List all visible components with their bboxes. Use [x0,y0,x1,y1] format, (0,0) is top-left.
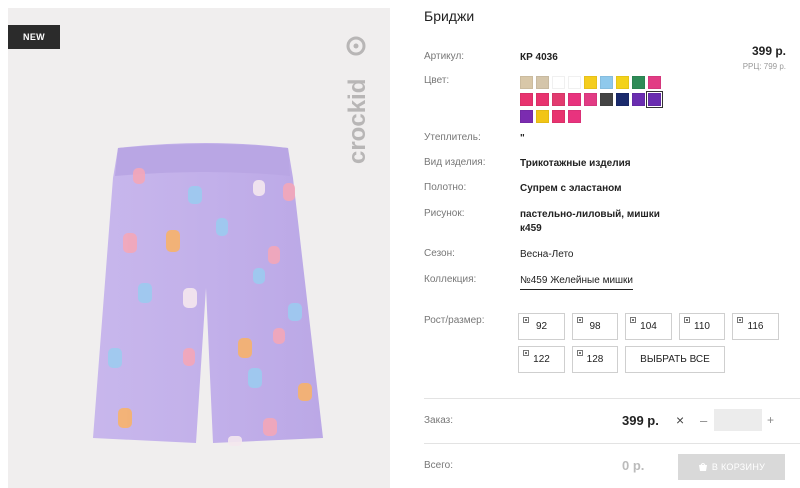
cart-button-label: В КОРЗИНУ [711,462,766,472]
brand-logo: crockid [344,36,371,164]
article-label: Артикул: [424,51,465,62]
add-to-cart-button[interactable]: В КОРЗИНУ [678,454,785,480]
size-label: Рост/размер: [424,315,485,326]
size-marker-icon [523,350,529,356]
size-marker-icon [577,350,583,356]
size-marker-icon [523,317,529,323]
size-option-98[interactable]: 98 [572,313,618,340]
increase-quantity-button[interactable]: + [767,413,774,427]
product-title: Бриджи [424,8,475,24]
season-label: Сезон: [424,248,455,259]
color-label: Цвет: [424,75,450,86]
size-marker-icon [684,317,690,323]
collection-label: Коллекция: [424,274,477,285]
season-value: Весна-Лето [520,249,574,260]
kind-label: Вид изделия: [424,157,486,168]
new-badge: NEW [8,25,60,49]
order-label: Заказ: [424,415,454,426]
color-swatch[interactable] [631,76,645,89]
color-swatch[interactable] [647,76,661,89]
order-price: 399 р. [622,413,659,428]
color-swatch[interactable] [519,93,533,106]
fabric-label: Полотно: [424,182,467,193]
size-option-92[interactable]: 92 [518,313,565,340]
total-label: Всего: [424,460,453,471]
decrease-quantity-button[interactable]: – [700,413,707,428]
color-swatch[interactable] [567,76,581,89]
divider [424,398,800,399]
total-value: 0 р. [622,458,645,473]
color-swatch[interactable] [599,93,613,106]
quantity-input[interactable] [714,409,762,431]
remove-icon[interactable]: × [676,412,684,428]
product-photo: NEW crockid [8,8,390,488]
kind-value: Трикотажные изделия [520,158,631,169]
color-swatch[interactable] [615,93,629,106]
size-option-128[interactable]: 128 [572,346,618,373]
color-swatch[interactable] [551,110,565,123]
color-swatch[interactable] [599,76,613,89]
cart-icon [698,463,707,471]
pants-image [93,143,323,446]
color-swatch[interactable] [631,93,645,106]
size-option-116[interactable]: 116 [732,313,779,340]
color-swatch[interactable] [615,76,629,89]
color-swatch[interactable] [583,76,597,89]
svg-text:crockid: crockid [344,79,371,164]
color-swatch[interactable] [567,93,581,106]
color-swatch[interactable] [519,110,533,123]
select-all-sizes-button[interactable]: ВЫБРАТЬ ВСЕ [625,346,725,373]
size-option-110[interactable]: 110 [679,313,725,340]
color-swatch[interactable] [519,76,533,89]
size-option-104[interactable]: 104 [625,313,672,340]
color-swatch[interactable] [535,110,549,123]
article-value: КР 4036 [520,52,558,63]
insulation-label: Утеплитель: [424,132,481,143]
color-swatch[interactable] [551,93,565,106]
size-option-122[interactable]: 122 [518,346,565,373]
price: 399 р. [751,44,786,58]
divider [424,443,800,444]
color-swatch[interactable] [583,93,597,106]
size-marker-icon [737,317,743,323]
fabric-value: Супрем с эластаном [520,183,622,194]
color-swatch[interactable] [535,93,549,106]
color-swatch[interactable] [567,110,581,123]
rrp-price: РРЦ: 799 р. [742,62,786,71]
size-marker-icon [630,317,636,323]
color-swatch[interactable] [535,76,549,89]
insulation-value: " [520,133,525,144]
product-info: Бриджи 399 р. РРЦ: 799 р. Артикул: КР 40… [424,0,800,488]
pattern-value: пастельно-лиловый, мишки к459 [520,209,660,234]
collection-link[interactable]: №459 Желейные мишки [520,275,634,290]
color-swatch[interactable] [551,76,565,89]
color-swatches [518,75,668,126]
color-swatch[interactable] [645,91,663,108]
pattern-label: Рисунок: [424,208,465,219]
size-marker-icon [577,317,583,323]
